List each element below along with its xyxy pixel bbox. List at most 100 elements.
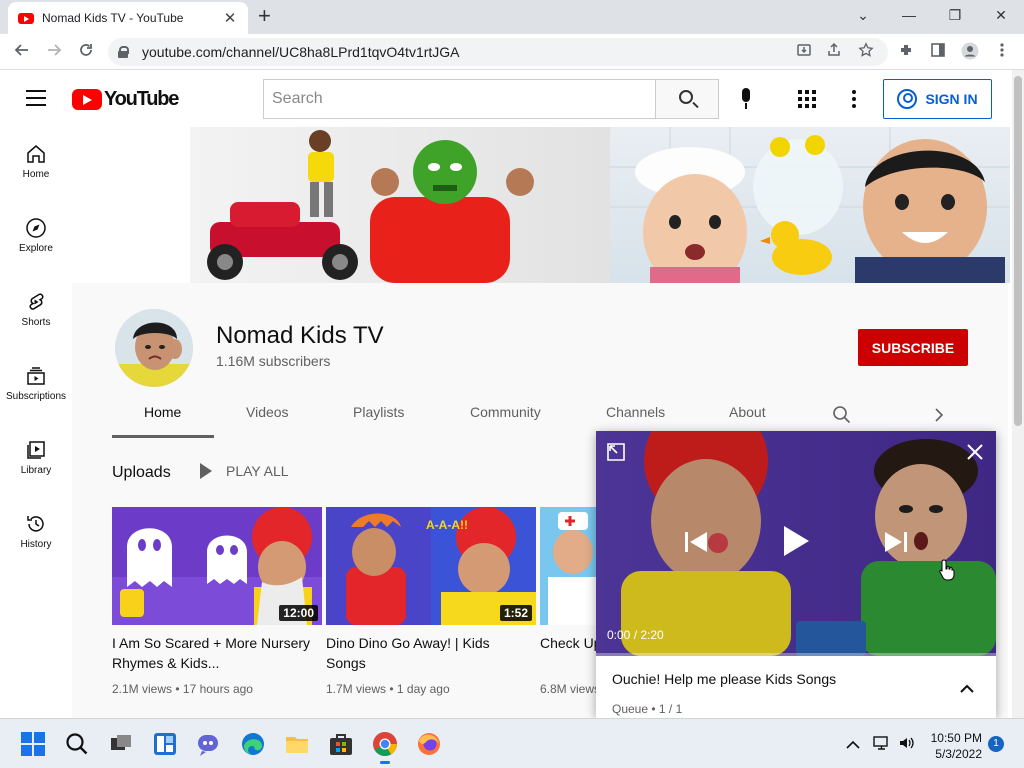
video-duration: 12:00 (279, 605, 318, 621)
star-icon[interactable] (856, 42, 876, 62)
guide-item-history[interactable]: History (0, 497, 72, 571)
tab-search-dropdown-icon[interactable]: ⌄ (848, 4, 878, 26)
system-clock[interactable]: 10:50 PM 5/3/2022 (928, 730, 982, 762)
uploads-heading[interactable]: Uploads (112, 464, 171, 482)
tab-close-icon[interactable]: ✕ (222, 9, 238, 27)
miniplayer-title[interactable]: Ouchie! Help me please Kids Songs (612, 671, 836, 687)
forward-arrow-icon[interactable] (42, 40, 66, 64)
widgets-icon[interactable] (152, 731, 178, 757)
tab-home[interactable]: Home (144, 404, 181, 420)
chevron-right-icon[interactable] (934, 407, 944, 428)
minimize-button[interactable]: — (894, 4, 924, 26)
search-icon[interactable] (64, 731, 90, 757)
browser-tab[interactable]: Nomad Kids TV - YouTube ✕ (8, 2, 248, 34)
teams-chat-icon[interactable] (196, 731, 222, 757)
tab-videos[interactable]: Videos (246, 404, 289, 420)
microphone-icon[interactable] (740, 88, 752, 110)
new-tab-button[interactable]: + (258, 5, 271, 27)
video-thumbnail[interactable]: 12:00 (112, 507, 322, 625)
video-thumbnail[interactable] (540, 507, 600, 625)
video-title[interactable]: I Am So Scared + More Nursery Rhymes & K… (112, 633, 317, 673)
tab-title: Nomad Kids TV - YouTube (42, 11, 184, 25)
search-button[interactable] (655, 79, 719, 119)
hamburger-menu-icon[interactable] (26, 90, 46, 106)
guide-item-library[interactable]: Library (0, 423, 72, 497)
video-meta: 2.1M views • 17 hours ago (112, 682, 253, 696)
notification-badge[interactable]: 1 (988, 736, 1004, 752)
youtube-logo[interactable]: YouTube (72, 88, 179, 111)
compass-icon (25, 217, 47, 239)
extensions-icon[interactable] (896, 42, 916, 62)
page-scrollbar[interactable] (1012, 70, 1024, 718)
share-icon[interactable] (824, 42, 844, 62)
next-track-icon[interactable] (883, 529, 909, 560)
play-button-icon[interactable] (782, 524, 810, 563)
settings-more-icon[interactable] (852, 90, 856, 108)
guide-label: History (20, 539, 52, 550)
address-bar[interactable]: youtube.com/channel/UC8ha8LPrd1tqvO4tv1r… (108, 38, 888, 66)
tab-community[interactable]: Community (470, 404, 541, 420)
url-text[interactable]: youtube.com/channel/UC8ha8LPrd1tqvO4tv1r… (142, 44, 460, 60)
sign-in-label: SIGN IN (925, 91, 978, 107)
side-panel-icon[interactable] (928, 42, 948, 62)
lock-icon[interactable] (118, 46, 129, 58)
firefox-icon[interactable] (416, 731, 442, 757)
play-all-button[interactable]: PLAY ALL (200, 463, 289, 479)
scrollbar-thumb[interactable] (1014, 76, 1022, 426)
chrome-icon[interactable] (372, 731, 398, 764)
video-thumbnail-image (540, 507, 600, 625)
guide-item-explore[interactable]: Explore (0, 201, 72, 275)
channel-banner (190, 127, 1010, 283)
meta-separator: • (386, 682, 397, 696)
windows-start-icon[interactable] (20, 731, 46, 757)
sign-in-button[interactable]: SIGN IN (883, 79, 992, 119)
apps-grid-icon[interactable] (798, 90, 816, 108)
channel-avatar[interactable] (115, 309, 193, 387)
reload-icon[interactable] (74, 40, 98, 64)
restore-button[interactable]: ❐ (940, 4, 970, 26)
tab-about[interactable]: About (729, 404, 766, 420)
profile-icon[interactable] (960, 42, 980, 62)
subscribe-button[interactable]: SUBSCRIBE (858, 329, 968, 366)
close-window-button[interactable]: ✕ (986, 4, 1016, 26)
video-title[interactable]: Check Up (540, 633, 596, 653)
file-explorer-icon[interactable] (284, 731, 310, 757)
video-views: 1.7M views (326, 682, 387, 696)
close-miniplayer-icon[interactable] (966, 443, 984, 466)
channel-banner-image (190, 127, 1010, 283)
left-guide: Home Explore Shorts Subscriptions Librar… (0, 127, 72, 718)
chevron-up-icon[interactable] (960, 681, 974, 693)
chevron-up-tray-icon[interactable] (846, 737, 860, 755)
history-icon (25, 513, 47, 535)
miniplayer: 0:00 / 2:20 Ouchie! Help me please Kids … (596, 431, 996, 718)
video-thumbnail[interactable]: A-A-A!! 1:52 (326, 507, 536, 625)
video-age: 1 day ago (396, 682, 450, 696)
miniplayer-progress-bar[interactable] (596, 653, 996, 656)
tab-channels[interactable]: Channels (606, 404, 665, 420)
expand-miniplayer-icon[interactable] (606, 442, 626, 467)
shorts-icon (25, 291, 47, 313)
clock-date: 5/3/2022 (935, 747, 982, 761)
back-arrow-icon[interactable] (10, 40, 34, 64)
youtube-favicon-icon (18, 12, 34, 24)
volume-icon[interactable] (898, 735, 916, 756)
guide-item-subscriptions[interactable]: Subscriptions (0, 349, 72, 423)
network-icon[interactable] (873, 735, 891, 756)
install-icon[interactable] (794, 42, 814, 62)
microsoft-store-icon[interactable] (328, 731, 354, 757)
task-view-icon[interactable] (108, 731, 134, 757)
edge-icon[interactable] (240, 731, 266, 757)
play-all-label: PLAY ALL (226, 463, 289, 479)
guide-item-shorts[interactable]: Shorts (0, 275, 72, 349)
browser-menu-icon[interactable] (992, 42, 1012, 62)
search-input[interactable]: Search (263, 79, 656, 119)
miniplayer-video[interactable]: 0:00 / 2:20 (596, 431, 996, 656)
tab-playlists[interactable]: Playlists (353, 404, 404, 420)
video-title[interactable]: Dino Dino Go Away! | Kids Songs (326, 633, 531, 673)
previous-track-icon[interactable] (683, 529, 709, 560)
video-views: 2.1M views (112, 682, 173, 696)
channel-search-icon[interactable] (832, 405, 852, 430)
svg-text:A-A-A!!: A-A-A!! (426, 518, 468, 532)
youtube-play-logo-icon (72, 89, 102, 110)
guide-item-home[interactable]: Home (0, 127, 72, 201)
